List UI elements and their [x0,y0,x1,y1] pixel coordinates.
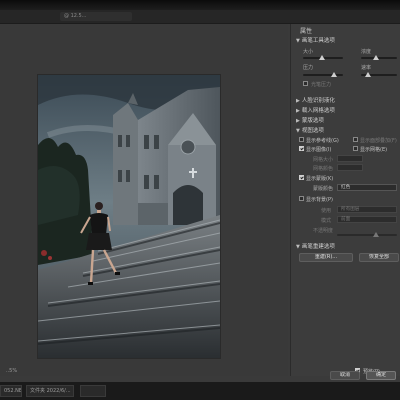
pressure-label: 压力 [303,65,314,71]
face-aware-section[interactable]: ▶ 人脸识别液化 [296,96,335,104]
mesh-size-label: 网格大小 [313,157,334,163]
rate-slider-knob[interactable] [365,72,371,77]
show-guides-label: 显示参考线(G) [306,138,339,144]
title-tab[interactable]: @ 12.5... [60,12,132,21]
show-image-label: 显示图像(I) [306,147,332,153]
use-select[interactable]: 所有图层 [337,206,397,213]
chevron-down-icon: ▼ [296,38,300,44]
zoom-level[interactable]: ..5% [6,368,17,374]
opacity-slider[interactable] [337,232,397,237]
mask-color-select[interactable]: 红色 [337,184,397,191]
show-guides-checkbox[interactable] [299,137,304,142]
view-options-header[interactable]: ▼ 视图选项 [296,126,324,134]
show-backdrop-label: 显示背景(P) [306,197,333,203]
show-image-checkbox[interactable] [299,146,304,151]
show-face-overlay-checkbox[interactable] [353,137,358,142]
pressure-slider-knob[interactable] [331,72,337,77]
dialog-titlebar: @ 12.5... [0,10,400,24]
show-mask-label: 显示蒙版(K) [306,176,334,182]
size-slider[interactable] [303,55,343,60]
show-face-overlay-label: 显示面部叠加(F) [360,138,397,144]
density-label: 浓度 [361,49,372,55]
title-text: @ 12.5... [64,13,87,19]
show-backdrop-checkbox[interactable] [299,196,304,201]
show-mask-checkbox[interactable] [299,175,304,180]
mask-options-section[interactable]: ▶ 蒙版选项 [296,116,324,124]
size-label: 大小 [303,49,314,55]
mesh-color-select[interactable] [337,164,363,171]
cancel-button[interactable]: 取消 [330,371,360,380]
chevron-right-icon: ▶ [296,108,300,114]
preview-image[interactable] [38,75,220,358]
stylus-pressure-label: 光笔压力 [311,82,332,88]
stylus-pressure-checkbox[interactable] [303,81,308,86]
opacity-label: 不透明度 [313,228,334,234]
taskbar-item-other[interactable] [80,385,106,397]
density-slider[interactable] [361,55,397,60]
restore-all-button[interactable]: 恢复全部 [359,253,399,262]
mesh-size-select[interactable] [337,155,363,162]
panel-title: 属性 [300,28,313,35]
density-slider-knob[interactable] [373,55,379,60]
load-mesh-section[interactable]: ▶ 载入网格选项 [296,106,335,114]
mode-label: 模式 [321,218,332,224]
taskbar-item-folder[interactable]: 文件夹 2022/6/... [26,385,74,397]
rate-slider[interactable] [361,72,397,77]
mode-select[interactable]: 前面 [337,216,397,223]
chevron-right-icon: ▶ [296,98,300,104]
chevron-down-icon: ▼ [296,244,300,250]
liquify-dialog: @ 12.5... ..5% 属性 ▼ 画笔工具选项 大小 浓度 压力 速率 光… [0,10,400,382]
monitor-bezel [0,0,400,10]
opacity-slider-knob[interactable] [373,232,379,237]
reconstruct-options-header[interactable]: ▼ 画笔重建选项 [296,242,335,250]
taskbar: 052.NEF 文件夹 2022/6/... [0,382,400,400]
brush-options-header[interactable]: ▼ 画笔工具选项 [296,36,335,44]
ok-button[interactable]: 确定 [366,371,396,380]
chevron-right-icon: ▶ [296,118,300,124]
reconstruct-button[interactable]: 重建(R)... [299,253,353,262]
taskbar-item-file[interactable]: 052.NEF [0,385,22,397]
mask-color-label: 蒙版颜色 [313,186,334,192]
size-slider-knob[interactable] [319,55,325,60]
properties-panel: 属性 ▼ 画笔工具选项 大小 浓度 压力 速率 光笔压力 ▶ 人脸识别液化 ▶ 载入网… [290,24,400,376]
photo-illustration [38,75,220,358]
rate-label: 速率 [361,65,372,71]
mesh-color-label: 网格颜色 [313,166,334,172]
use-label: 使用 [321,208,332,214]
show-mesh-checkbox[interactable] [353,146,358,151]
preview-area[interactable]: ..5% [0,24,288,376]
show-mesh-label: 显示网格(E) [360,147,388,153]
chevron-down-icon: ▼ [296,128,300,134]
pressure-slider[interactable] [303,72,343,77]
